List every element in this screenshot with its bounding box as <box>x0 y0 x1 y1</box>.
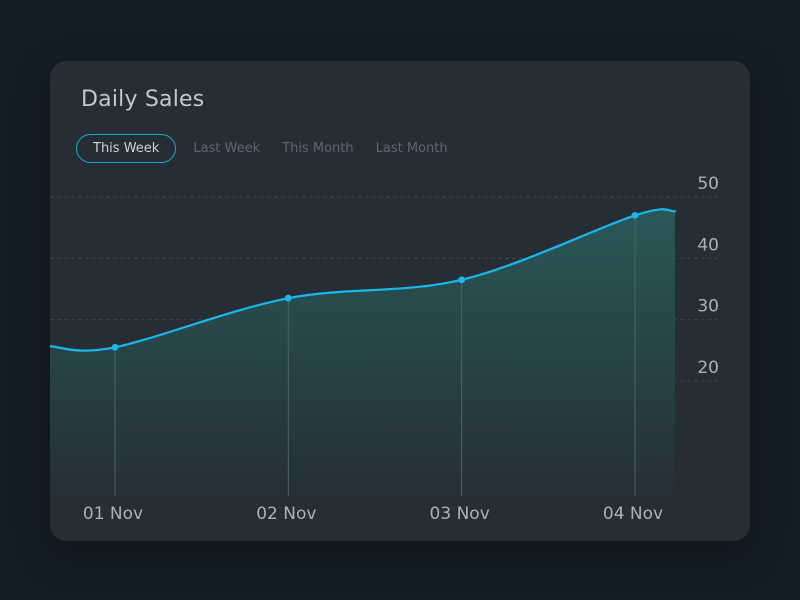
sales-area-fill <box>50 209 675 497</box>
y-tick-label: 20 <box>697 358 719 378</box>
chart-title: Daily Sales <box>81 87 205 112</box>
sales-card: 20 30 40 50 01 Nov 02 Nov 03 Nov 04 Nov Daily … <box>50 61 750 541</box>
x-tick-label: 02 Nov <box>256 504 316 524</box>
area-layer <box>50 209 675 497</box>
tab-last-week[interactable]: Last Week <box>193 141 260 156</box>
period-tabs: This Week Last Week This Month Last Mont… <box>76 133 470 163</box>
data-point <box>458 276 466 284</box>
y-tick-label: 50 <box>697 174 719 194</box>
tab-last-month[interactable]: Last Month <box>376 141 448 156</box>
y-tick-label: 30 <box>697 297 719 317</box>
data-point <box>284 294 292 302</box>
x-tick-label: 04 Nov <box>603 504 663 524</box>
data-point <box>631 212 639 219</box>
y-tick-label: 40 <box>697 235 719 255</box>
x-tick-label: 01 Nov <box>83 504 143 524</box>
y-tick-labels: 20 30 40 50 <box>697 174 719 378</box>
tab-this-month[interactable]: This Month <box>282 141 353 156</box>
x-tick-label: 03 Nov <box>430 504 490 524</box>
x-tick-labels: 01 Nov 02 Nov 03 Nov 04 Nov <box>83 504 663 524</box>
tab-this-week[interactable]: This Week <box>76 133 177 163</box>
data-point <box>111 343 119 351</box>
